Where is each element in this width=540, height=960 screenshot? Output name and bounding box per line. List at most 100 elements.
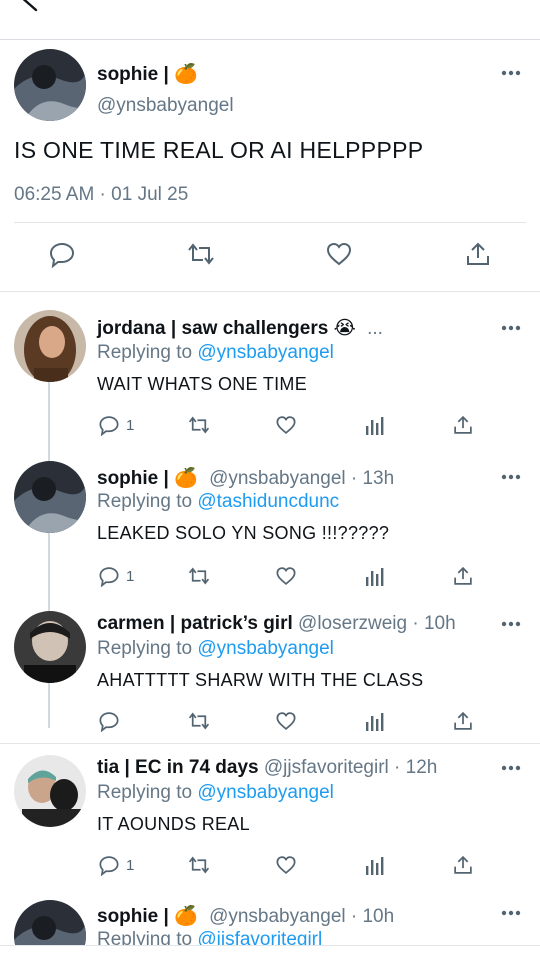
share-icon bbox=[454, 566, 472, 585]
replying-label: Replying to bbox=[97, 638, 193, 659]
like-button[interactable] bbox=[275, 412, 297, 438]
more-options-icon[interactable] bbox=[501, 764, 521, 772]
replying-to-link[interactable]: @ynsbabyangel bbox=[197, 638, 334, 659]
heart-icon bbox=[276, 856, 296, 874]
more-options-icon[interactable] bbox=[501, 69, 521, 77]
more-options-icon[interactable] bbox=[501, 620, 521, 628]
avatar[interactable] bbox=[14, 611, 86, 683]
reply-icon bbox=[99, 856, 119, 876]
retweet-icon bbox=[188, 712, 210, 730]
retweet-button[interactable] bbox=[187, 708, 211, 734]
reply-icon bbox=[99, 567, 119, 587]
share-icon bbox=[454, 855, 472, 874]
retweet-button[interactable] bbox=[183, 236, 219, 272]
reply-button[interactable]: 1 bbox=[98, 412, 134, 438]
reply-count: 1 bbox=[126, 856, 135, 874]
like-button[interactable] bbox=[275, 852, 297, 878]
author-name[interactable]: sophie | 🍊 bbox=[97, 62, 198, 86]
tweet-actions bbox=[0, 236, 540, 276]
reply-icon bbox=[99, 416, 119, 436]
reply-text: AHATTTTT SHARW WITH THE CLASS bbox=[97, 670, 424, 690]
more-options-icon[interactable] bbox=[501, 473, 521, 481]
replying-to-link[interactable]: @ynsbabyangel bbox=[197, 342, 334, 363]
avatar[interactable] bbox=[14, 461, 86, 533]
reply-actions: 1 bbox=[0, 563, 540, 589]
reply-tweet[interactable]: tia | EC in 74 days @jjsfavoritegirl · 1… bbox=[0, 754, 540, 894]
tweet-timestamp[interactable]: 06:25 AM · 01 Jul 25 bbox=[14, 184, 188, 206]
heart-icon bbox=[276, 712, 296, 730]
avatar[interactable] bbox=[14, 755, 86, 827]
author-name[interactable]: sophie | bbox=[97, 468, 169, 489]
author-handle[interactable]: ... bbox=[367, 318, 383, 339]
divider bbox=[0, 743, 540, 744]
retweet-icon bbox=[188, 243, 214, 265]
author-name[interactable]: tia | EC in 74 days bbox=[97, 757, 259, 778]
arrow-left-icon[interactable] bbox=[16, 0, 42, 14]
views-button[interactable] bbox=[365, 852, 385, 878]
like-button[interactable] bbox=[321, 236, 357, 272]
reply-header: sophie | 🍊 @ynsbabyangel · 10h bbox=[97, 904, 394, 928]
reply-tweet[interactable]: carmen | patrick’s girl @loserzweig · 10… bbox=[0, 610, 540, 750]
share-button[interactable] bbox=[452, 412, 474, 438]
share-button[interactable] bbox=[452, 708, 474, 734]
reply-icon bbox=[49, 242, 75, 268]
reply-button[interactable] bbox=[98, 708, 126, 734]
avatar[interactable] bbox=[14, 49, 86, 121]
replying-to-link[interactable]: @tashiduncdunc bbox=[197, 491, 339, 512]
reply-tweet[interactable]: sophie | 🍊 @ynsbabyangel · 13h Replying … bbox=[0, 461, 540, 601]
analytics-icon bbox=[366, 568, 384, 586]
retweet-icon bbox=[188, 416, 210, 434]
author-handle[interactable]: @ynsbabyangel bbox=[97, 95, 234, 117]
author-name[interactable]: carmen | patrick’s girl bbox=[97, 613, 293, 634]
author-name[interactable]: jordana | saw challengers bbox=[97, 318, 328, 339]
heart-icon bbox=[276, 416, 296, 434]
author-handle[interactable]: @ynsbabyangel · 10h bbox=[209, 906, 394, 927]
share-icon bbox=[467, 242, 489, 265]
replying-to: Replying to @ynsbabyangel bbox=[97, 342, 334, 364]
share-button[interactable] bbox=[460, 236, 496, 272]
views-button[interactable] bbox=[365, 563, 385, 589]
orange-emoji-icon: 🍊 bbox=[174, 906, 198, 927]
share-icon bbox=[454, 415, 472, 434]
reply-header: jordana | saw challengers 😭 ... bbox=[97, 317, 383, 340]
orange-emoji-icon: 🍊 bbox=[174, 64, 198, 85]
share-button[interactable] bbox=[452, 852, 474, 878]
author-handle[interactable]: @ynsbabyangel · 13h bbox=[209, 468, 394, 489]
reply-button[interactable] bbox=[44, 236, 80, 272]
share-icon bbox=[454, 711, 472, 730]
reply-icon bbox=[99, 712, 119, 732]
more-options-icon[interactable] bbox=[501, 909, 521, 917]
reply-actions: 1 bbox=[0, 412, 540, 438]
author-name[interactable]: sophie | bbox=[97, 906, 169, 927]
retweet-button[interactable] bbox=[187, 852, 211, 878]
analytics-icon bbox=[366, 417, 384, 435]
reply-text: IT AOUNDS REAL bbox=[97, 814, 250, 834]
reply-button[interactable]: 1 bbox=[98, 563, 134, 589]
retweet-button[interactable] bbox=[187, 563, 211, 589]
views-button[interactable] bbox=[365, 412, 385, 438]
top-bar bbox=[0, 0, 540, 40]
retweet-icon bbox=[188, 567, 210, 585]
reply-actions: 1 bbox=[0, 852, 540, 878]
more-options-icon[interactable] bbox=[501, 324, 521, 332]
author-handle[interactable]: @loserzweig · 10h bbox=[298, 613, 456, 634]
replying-to: Replying to @ynsbabyangel bbox=[97, 782, 334, 804]
avatar[interactable] bbox=[14, 310, 86, 382]
orange-emoji-icon: 🍊 bbox=[174, 468, 198, 489]
like-button[interactable] bbox=[275, 708, 297, 734]
replying-label: Replying to bbox=[97, 491, 193, 512]
author-handle[interactable]: @jjsfavoritegirl · 12h bbox=[264, 757, 437, 778]
replying-label: Replying to bbox=[97, 782, 193, 803]
like-button[interactable] bbox=[275, 563, 297, 589]
retweet-button[interactable] bbox=[187, 412, 211, 438]
views-button[interactable] bbox=[365, 708, 385, 734]
divider bbox=[14, 222, 526, 223]
share-button[interactable] bbox=[452, 563, 474, 589]
reply-button[interactable]: 1 bbox=[98, 852, 134, 878]
replying-to-link[interactable]: @ynsbabyangel bbox=[197, 782, 334, 803]
reply-actions bbox=[0, 708, 540, 734]
reply-text: WAIT WHATS ONE TIME bbox=[97, 374, 308, 394]
reply-tweet[interactable]: jordana | saw challengers 😭 ... Replying… bbox=[0, 310, 540, 452]
replying-to: Replying to @tashiduncdunc bbox=[97, 491, 339, 513]
replying-to: Replying to @ynsbabyangel bbox=[97, 638, 334, 660]
